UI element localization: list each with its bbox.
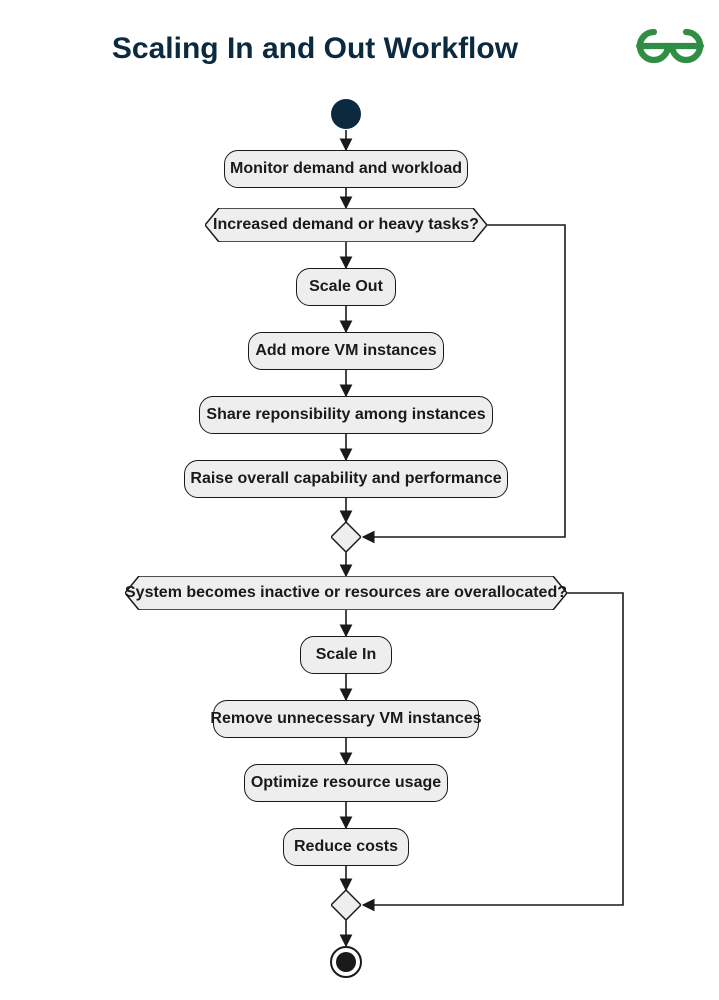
node-label: Raise overall capability and performance [190, 470, 501, 488]
node-label: Increased demand or heavy tasks? [213, 216, 479, 234]
process-optimize-usage: Optimize resource usage [244, 764, 448, 802]
end-node-icon [330, 946, 362, 978]
node-label: Share reponsibility among instances [206, 406, 485, 424]
merge-node-icon [331, 890, 361, 920]
start-node-icon [330, 98, 362, 130]
node-label: Monitor demand and workload [230, 160, 462, 178]
node-label: Remove unnecessary VM instances [210, 710, 481, 728]
merge-node-icon [331, 522, 361, 552]
node-label: Optimize resource usage [251, 774, 441, 792]
process-scale-in: Scale In [300, 636, 392, 674]
process-reduce-costs: Reduce costs [283, 828, 409, 866]
process-monitor-demand: Monitor demand and workload [224, 150, 468, 188]
diagram-canvas: Scaling In and Out Workflow [0, 0, 719, 1000]
geeksforgeeks-logo-icon [635, 28, 705, 64]
node-label: Scale Out [309, 278, 383, 296]
decision-system-inactive: System becomes inactive or resources are… [125, 576, 567, 610]
node-label: System becomes inactive or resources are… [125, 584, 567, 602]
diagram-title: Scaling In and Out Workflow [0, 32, 630, 66]
node-label: Reduce costs [294, 838, 398, 856]
node-label: Scale In [316, 646, 376, 664]
decision-increased-demand: Increased demand or heavy tasks? [205, 208, 487, 242]
process-remove-vm: Remove unnecessary VM instances [213, 700, 479, 738]
node-label: Add more VM instances [255, 342, 436, 360]
process-raise-capability: Raise overall capability and performance [184, 460, 508, 498]
process-scale-out: Scale Out [296, 268, 396, 306]
process-add-vm: Add more VM instances [248, 332, 444, 370]
process-share-responsibility: Share reponsibility among instances [199, 396, 493, 434]
